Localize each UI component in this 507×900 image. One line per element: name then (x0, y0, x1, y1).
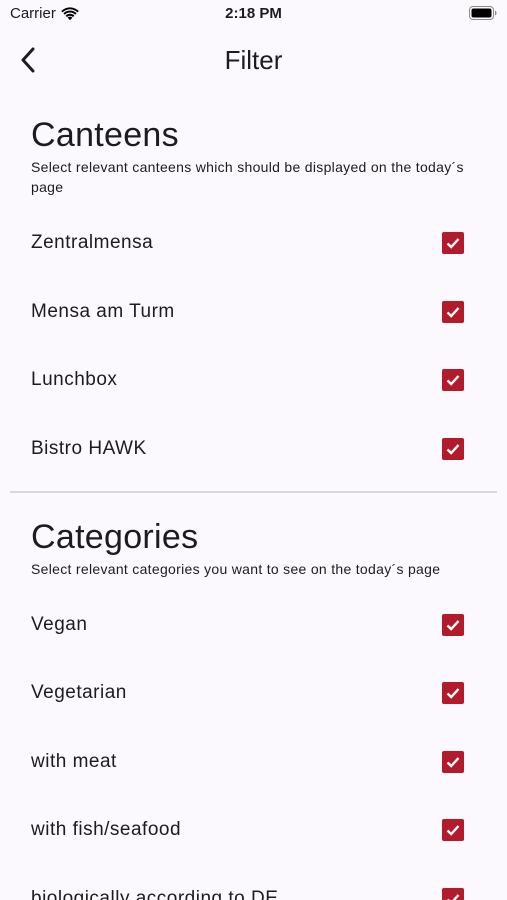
option-label: Bistro HAWK (31, 437, 147, 459)
canteen-checkbox-mensa-am-turm[interactable] (442, 300, 464, 323)
canteen-row-zentralmensa[interactable]: Zentralmensa (31, 209, 476, 278)
app-bar: Filter (0, 30, 507, 90)
category-checkbox-vegan[interactable] (442, 613, 464, 636)
categories-list: Vegan Vegetarian with meat with fish/sea… (31, 591, 476, 900)
check-icon (446, 375, 460, 386)
option-label: Zentralmensa (31, 232, 154, 254)
category-row-with-fish-seafood[interactable]: with fish/seafood (31, 796, 476, 865)
check-icon (446, 688, 460, 699)
section-divider (10, 491, 497, 493)
filter-content: Canteens Select relevant canteens which … (0, 90, 507, 900)
status-bar: Carrier 2:18 PM (0, 0, 507, 30)
category-checkbox-vegetarian[interactable] (442, 682, 464, 705)
check-icon (446, 238, 460, 249)
option-label: with meat (31, 750, 117, 772)
category-row-with-meat[interactable]: with meat (31, 728, 476, 797)
check-icon (446, 825, 460, 836)
option-label: Lunchbox (31, 369, 118, 391)
canteens-description: Select relevant canteens which should be… (31, 159, 464, 195)
check-icon (446, 443, 460, 455)
option-label: Mensa am Turm (31, 300, 175, 322)
canteens-section: Canteens Select relevant canteens which … (0, 115, 507, 483)
canteen-row-mensa-am-turm[interactable]: Mensa am Turm (31, 278, 476, 347)
canteens-title: Canteens (31, 116, 179, 154)
category-row-vegetarian[interactable]: Vegetarian (31, 659, 476, 728)
canteen-checkbox-bistro-hawk[interactable] (442, 437, 464, 460)
categories-description: Select relevant categories you want to s… (31, 560, 441, 577)
canteen-checkbox-lunchbox[interactable] (442, 369, 464, 392)
canteens-list: Zentralmensa Mensa am Turm Lunchbox Bist… (31, 209, 476, 483)
page-title: Filter (224, 45, 283, 75)
filter-screen: Carrier 2:18 PM Filter Canteens Select r… (0, 0, 507, 900)
canteen-checkbox-zentralmensa[interactable] (442, 232, 464, 255)
option-label: Vegan (31, 613, 88, 635)
category-checkbox-with-fish-seafood[interactable] (442, 819, 464, 842)
canteen-row-lunchbox[interactable]: Lunchbox (31, 346, 476, 415)
battery-icon (469, 6, 497, 20)
check-icon (446, 893, 460, 900)
category-row-vegan[interactable]: Vegan (31, 591, 476, 660)
option-label: Vegetarian (31, 682, 127, 704)
category-row-biologically[interactable]: biologically according to DE (31, 865, 476, 900)
category-checkbox-biologically[interactable] (442, 887, 464, 900)
check-icon (446, 756, 460, 768)
option-label: biologically according to DE (31, 887, 279, 900)
check-icon (446, 306, 460, 318)
option-label: with fish/seafood (31, 819, 182, 841)
categories-title: Categories (31, 517, 199, 556)
categories-section: Categories Select relevant categories yo… (0, 517, 507, 900)
check-icon (446, 619, 460, 631)
status-time: 2:18 PM (225, 5, 282, 22)
category-checkbox-with-meat[interactable] (442, 750, 464, 773)
canteen-row-bistro-hawk[interactable]: Bistro HAWK (31, 415, 476, 484)
